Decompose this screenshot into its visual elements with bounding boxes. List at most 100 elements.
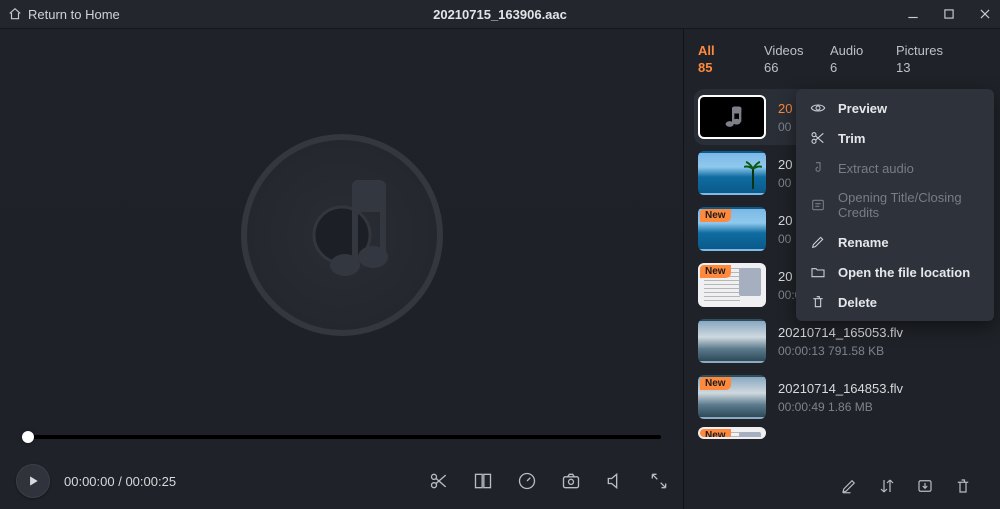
context-label: Preview xyxy=(838,101,887,116)
context-label: Rename xyxy=(838,235,889,250)
context-label: Extract audio xyxy=(838,161,914,176)
media-meta: 20210714_164853.flv 00:00:49 1.86 MB xyxy=(778,381,903,414)
progress-thumb[interactable] xyxy=(22,431,34,443)
maximize-icon[interactable] xyxy=(942,7,956,21)
file-title: 20210715_163906.aac xyxy=(433,7,567,22)
volume-icon[interactable] xyxy=(605,471,625,491)
snapshot-icon[interactable] xyxy=(561,471,581,491)
tab-label: All xyxy=(698,43,764,58)
time-display: 00:00:00 / 00:00:25 xyxy=(64,474,176,489)
current-time: 00:00:00 xyxy=(64,474,115,489)
new-badge: New xyxy=(700,209,731,222)
context-label: Opening Title/Closing Credits xyxy=(838,190,980,220)
home-icon xyxy=(8,7,22,21)
context-label: Trim xyxy=(838,131,865,146)
import-icon[interactable] xyxy=(916,477,934,495)
context-trim[interactable]: Trim xyxy=(796,123,994,153)
media-meta: 20 00 xyxy=(778,157,792,190)
media-sub: 00:00:13 791.58 KB xyxy=(778,344,903,358)
tab-label: Audio xyxy=(830,43,896,58)
media-name: 20 xyxy=(778,101,792,116)
window-controls xyxy=(906,7,992,21)
progress-bar[interactable] xyxy=(0,435,683,453)
new-badge: New xyxy=(700,429,731,439)
side-toolbar xyxy=(684,463,1000,509)
media-name: 20210714_165053.flv xyxy=(778,325,903,340)
preview-area xyxy=(0,29,683,441)
progress-track xyxy=(22,435,661,439)
compare-icon[interactable] xyxy=(473,471,493,491)
total-time: 00:00:25 xyxy=(125,474,176,489)
sort-icon[interactable] xyxy=(878,477,896,495)
media-thumb-video: New xyxy=(698,375,766,419)
pencil-icon xyxy=(810,234,826,250)
media-sub: 00:00:49 1.86 MB xyxy=(778,400,903,414)
context-titles: Opening Title/Closing Credits xyxy=(796,183,994,227)
playback-controls: 00:00:00 / 00:00:25 xyxy=(0,453,683,509)
audio-disc-placeholder xyxy=(232,125,452,345)
tab-label: Pictures xyxy=(896,43,962,58)
minimize-icon[interactable] xyxy=(906,7,920,21)
extra-controls xyxy=(429,471,669,491)
media-item[interactable]: New 20210714_164853.flv 00:00:49 1.86 MB xyxy=(694,369,990,425)
context-open-location[interactable]: Open the file location xyxy=(796,257,994,287)
music-icon xyxy=(718,103,746,131)
media-thumb-doc: New xyxy=(698,263,766,307)
media-item[interactable]: New xyxy=(694,425,990,441)
time-separator: / xyxy=(115,474,126,489)
titles-icon xyxy=(810,197,826,213)
preview-pane: 00:00:00 / 00:00:25 xyxy=(0,29,684,509)
media-name: 20 xyxy=(778,213,792,228)
context-menu: Preview Trim Extract audio Opening Title… xyxy=(796,89,994,321)
new-badge: New xyxy=(700,265,731,278)
tab-count: 66 xyxy=(764,60,830,75)
tab-videos[interactable]: Videos 66 xyxy=(764,43,830,75)
category-tabs: All 85 Videos 66 Audio 6 Pictures 13 xyxy=(684,29,1000,85)
context-label: Delete xyxy=(838,295,877,310)
speed-icon[interactable] xyxy=(517,471,537,491)
play-icon xyxy=(26,474,40,488)
close-icon[interactable] xyxy=(978,7,992,21)
scissors-icon xyxy=(810,130,826,146)
context-label: Open the file location xyxy=(838,265,970,280)
title-bar: Return to Home 20210715_163906.aac xyxy=(0,0,1000,28)
media-name: 20 xyxy=(778,157,792,172)
eye-icon xyxy=(810,100,826,116)
media-thumb-audio xyxy=(698,95,766,139)
media-thumb-video xyxy=(698,319,766,363)
new-badge: New xyxy=(700,377,731,390)
tab-count: 6 xyxy=(830,60,896,75)
context-extract-audio: Extract audio xyxy=(796,153,994,183)
context-rename[interactable]: Rename xyxy=(796,227,994,257)
fullscreen-icon[interactable] xyxy=(649,471,669,491)
media-sub: 00 xyxy=(778,176,792,190)
media-thumb-video: New xyxy=(698,207,766,251)
media-item[interactable]: 20210714_165053.flv 00:00:13 791.58 KB xyxy=(694,313,990,369)
media-meta: 20210714_165053.flv 00:00:13 791.58 KB xyxy=(778,325,903,358)
media-meta: 20 00 xyxy=(778,213,792,246)
return-home-button[interactable]: Return to Home xyxy=(8,7,120,22)
tab-label: Videos xyxy=(764,43,830,58)
play-button[interactable] xyxy=(16,464,50,498)
tab-count: 13 xyxy=(896,60,962,75)
context-preview[interactable]: Preview xyxy=(796,93,994,123)
trash-icon xyxy=(810,294,826,310)
tab-count: 85 xyxy=(698,60,764,75)
media-thumb-video xyxy=(698,151,766,195)
palm-icon xyxy=(744,159,762,191)
media-meta: 20 00 xyxy=(778,101,792,134)
edit-icon[interactable] xyxy=(840,477,858,495)
media-sub: 00 xyxy=(778,232,792,246)
return-home-label: Return to Home xyxy=(28,7,120,22)
media-name: 20210714_164853.flv xyxy=(778,381,903,396)
tab-audio[interactable]: Audio 6 xyxy=(830,43,896,75)
context-delete[interactable]: Delete xyxy=(796,287,994,317)
tab-all[interactable]: All 85 xyxy=(698,43,764,75)
audio-icon xyxy=(810,160,826,176)
media-sub: 00 xyxy=(778,120,792,134)
trash-icon[interactable] xyxy=(954,477,972,495)
scissors-icon[interactable] xyxy=(429,471,449,491)
folder-icon xyxy=(810,264,826,280)
tab-pictures[interactable]: Pictures 13 xyxy=(896,43,962,75)
media-thumb-doc: New xyxy=(698,427,766,439)
